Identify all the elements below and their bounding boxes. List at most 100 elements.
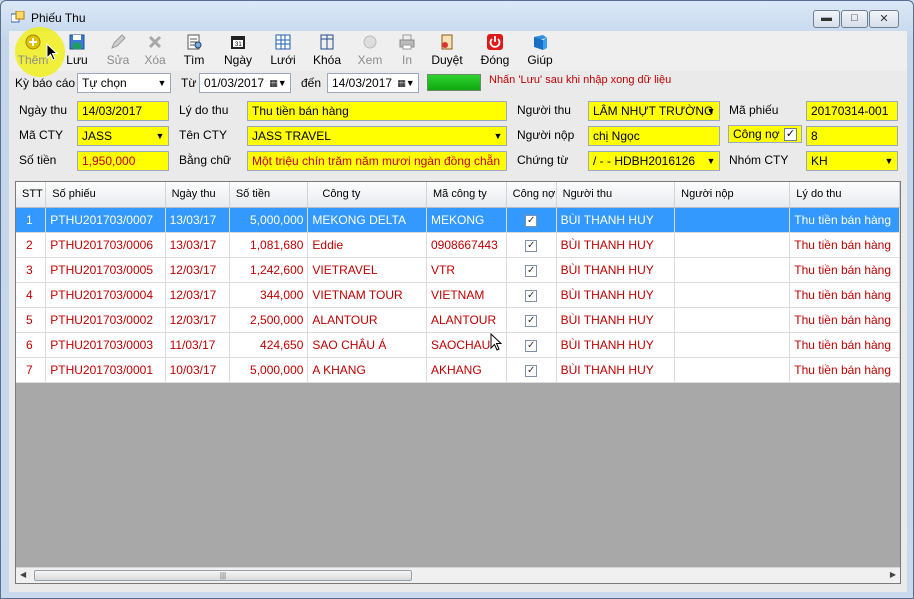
- approve-button[interactable]: Duyệt: [429, 33, 465, 69]
- cell-stt[interactable]: 3: [16, 257, 47, 283]
- table-row[interactable]: 7 PTHU201703/0001 10/03/17 5,000,000 A KHANG…: [16, 357, 900, 383]
- cell-ly-do-thu[interactable]: Thu tiền bán hàng: [789, 257, 900, 283]
- bang-chu-field[interactable]: Một triệu chín trăm năm mươi ngàn đồng c…: [247, 151, 507, 171]
- col-header-nguoi-thu[interactable]: Người thu: [556, 182, 676, 208]
- cell-cong-no[interactable]: ✓: [506, 307, 557, 333]
- cell-nguoi-thu[interactable]: BÙI THANH HUY: [556, 207, 676, 233]
- horizontal-scrollbar[interactable]: ◀ ||| ▶: [16, 567, 900, 583]
- preview-button[interactable]: Xem: [354, 33, 386, 69]
- col-header-cong-ty[interactable]: Công ty: [307, 182, 427, 208]
- ma-cty-select[interactable]: JASS ▼: [77, 126, 169, 146]
- cell-ngay-thu[interactable]: 10/03/17: [165, 357, 230, 383]
- cong-no-value-field[interactable]: 8: [806, 126, 898, 146]
- cell-nguoi-thu[interactable]: BÙI THANH HUY: [556, 257, 676, 283]
- date-button[interactable]: 31 Ngày: [221, 33, 255, 69]
- ten-cty-select[interactable]: JASS TRAVEL ▼: [247, 126, 507, 146]
- cell-stt[interactable]: 5: [16, 307, 47, 333]
- from-date-picker[interactable]: 01/03/2017 ▦▼: [199, 73, 291, 93]
- grid-button[interactable]: Lưới: [267, 33, 299, 69]
- delete-button[interactable]: Xóa: [140, 33, 170, 69]
- cell-cong-ty[interactable]: SAO CHÂU Á: [307, 332, 427, 358]
- nguoi-thu-select[interactable]: LÂM NHỰT TRƯỜNG ▼: [588, 101, 720, 121]
- cell-ngay-thu[interactable]: 11/03/17: [165, 332, 230, 358]
- cell-so-phieu[interactable]: PTHU201703/0005: [45, 257, 166, 283]
- cell-stt[interactable]: 6: [16, 332, 47, 358]
- cell-ma-cong-ty[interactable]: VIETNAM: [426, 282, 507, 308]
- cell-ma-cong-ty[interactable]: VTR: [426, 257, 507, 283]
- cell-ly-do-thu[interactable]: Thu tiền bán hàng: [789, 207, 900, 233]
- cong-no-checkbox[interactable]: ✓: [784, 128, 797, 141]
- col-header-so-phieu[interactable]: Số phiếu: [45, 182, 166, 208]
- cell-ngay-thu[interactable]: 12/03/17: [165, 307, 230, 333]
- cell-ngay-thu[interactable]: 12/03/17: [165, 257, 230, 283]
- cell-ngay-thu[interactable]: 12/03/17: [165, 282, 230, 308]
- cell-stt[interactable]: 1: [16, 207, 47, 233]
- cell-so-phieu[interactable]: PTHU201703/0001: [45, 357, 166, 383]
- cell-ngay-thu[interactable]: 13/03/17: [165, 232, 230, 258]
- cell-nguoi-thu[interactable]: BÙI THANH HUY: [556, 357, 676, 383]
- cell-cong-no[interactable]: ✓: [506, 282, 557, 308]
- close-form-button[interactable]: Đóng: [477, 33, 513, 69]
- ngay-thu-field[interactable]: 14/03/2017: [77, 101, 169, 121]
- cell-cong-ty[interactable]: ALANTOUR: [307, 307, 427, 333]
- cell-so-phieu[interactable]: PTHU201703/0007: [45, 207, 166, 233]
- cell-ly-do-thu[interactable]: Thu tiền bán hàng: [789, 282, 900, 308]
- help-button[interactable]: Giúp: [524, 33, 556, 69]
- cell-nguoi-nop[interactable]: [674, 257, 791, 283]
- close-button[interactable]: ✕: [869, 10, 899, 28]
- cell-so-tien[interactable]: 5,000,000: [229, 357, 309, 383]
- scroll-thumb[interactable]: |||: [34, 570, 412, 581]
- cell-ly-do-thu[interactable]: Thu tiền bán hàng: [789, 332, 900, 358]
- cell-cong-ty[interactable]: VIETNAM TOUR: [307, 282, 427, 308]
- lock-button[interactable]: Khóa: [310, 33, 344, 69]
- so-tien-field[interactable]: 1,950,000: [77, 151, 169, 171]
- cell-ma-cong-ty[interactable]: AKHANG: [426, 357, 507, 383]
- cell-stt[interactable]: 4: [16, 282, 47, 308]
- search-button[interactable]: Tìm: [179, 33, 209, 69]
- cong-no-cell-checkbox[interactable]: ✓: [525, 215, 538, 227]
- cell-so-tien[interactable]: 2,500,000: [229, 307, 309, 333]
- scroll-left-icon[interactable]: ◀: [20, 570, 26, 579]
- cong-no-checkbox-box[interactable]: Công nợ ✓: [728, 125, 802, 143]
- table-row[interactable]: 6 PTHU201703/0003 11/03/17 424,650 SAO CHÂU …: [16, 332, 900, 358]
- period-select[interactable]: Tự chọn ▼: [77, 73, 171, 93]
- table-row[interactable]: 3 PTHU201703/0005 12/03/17 1,242,600 VIETRAV…: [16, 257, 900, 283]
- cell-cong-no[interactable]: ✓: [506, 257, 557, 283]
- nhom-cty-select[interactable]: KH ▼: [806, 151, 898, 171]
- cong-no-cell-checkbox[interactable]: ✓: [525, 265, 538, 277]
- cell-ma-cong-ty[interactable]: ALANTOUR: [426, 307, 507, 333]
- cell-cong-no[interactable]: ✓: [506, 207, 557, 233]
- minimize-button[interactable]: ▬: [813, 10, 840, 28]
- table-row[interactable]: 5 PTHU201703/0002 12/03/17 2,500,000 ALANTOU…: [16, 307, 900, 333]
- col-header-ngay-thu[interactable]: Ngày thu: [165, 182, 230, 208]
- cell-cong-ty[interactable]: A KHANG: [307, 357, 427, 383]
- cell-so-tien[interactable]: 1,242,600: [229, 257, 309, 283]
- edit-button[interactable]: Sửa: [103, 33, 133, 69]
- cell-so-tien[interactable]: 344,000: [229, 282, 309, 308]
- cell-cong-no[interactable]: ✓: [506, 332, 557, 358]
- cell-ma-cong-ty[interactable]: MEKONG: [426, 207, 507, 233]
- cong-no-cell-checkbox[interactable]: ✓: [525, 240, 538, 252]
- cell-ly-do-thu[interactable]: Thu tiền bán hàng: [789, 307, 900, 333]
- cell-cong-no[interactable]: ✓: [506, 357, 557, 383]
- cell-nguoi-nop[interactable]: [674, 357, 791, 383]
- cong-no-cell-checkbox[interactable]: ✓: [525, 290, 538, 302]
- nguoi-nop-field[interactable]: chị Ngọc: [588, 126, 720, 146]
- col-header-ma-cong-ty[interactable]: Mã công ty: [426, 182, 507, 208]
- save-button[interactable]: Lưu: [61, 33, 93, 69]
- to-date-picker[interactable]: 14/03/2017 ▦▼: [327, 73, 419, 93]
- scroll-right-icon[interactable]: ▶: [890, 570, 896, 579]
- cell-ngay-thu[interactable]: 13/03/17: [165, 207, 230, 233]
- table-row[interactable]: 1 PTHU201703/0007 13/03/17 5,000,000 MEKONG …: [16, 207, 900, 233]
- cell-stt[interactable]: 2: [16, 232, 47, 258]
- cell-nguoi-nop[interactable]: [674, 232, 791, 258]
- col-header-so-tien[interactable]: Số tiền: [229, 182, 309, 208]
- cell-nguoi-nop[interactable]: [674, 307, 791, 333]
- col-header-cong-no[interactable]: Công nợ: [506, 182, 557, 208]
- cell-so-tien[interactable]: 1,081,680: [229, 232, 309, 258]
- table-row[interactable]: 4 PTHU201703/0004 12/03/17 344,000 VIETNAM T…: [16, 282, 900, 308]
- cell-nguoi-nop[interactable]: [674, 282, 791, 308]
- cell-so-phieu[interactable]: PTHU201703/0004: [45, 282, 166, 308]
- cell-ly-do-thu[interactable]: Thu tiền bán hàng: [789, 357, 900, 383]
- cell-nguoi-nop[interactable]: [674, 207, 791, 233]
